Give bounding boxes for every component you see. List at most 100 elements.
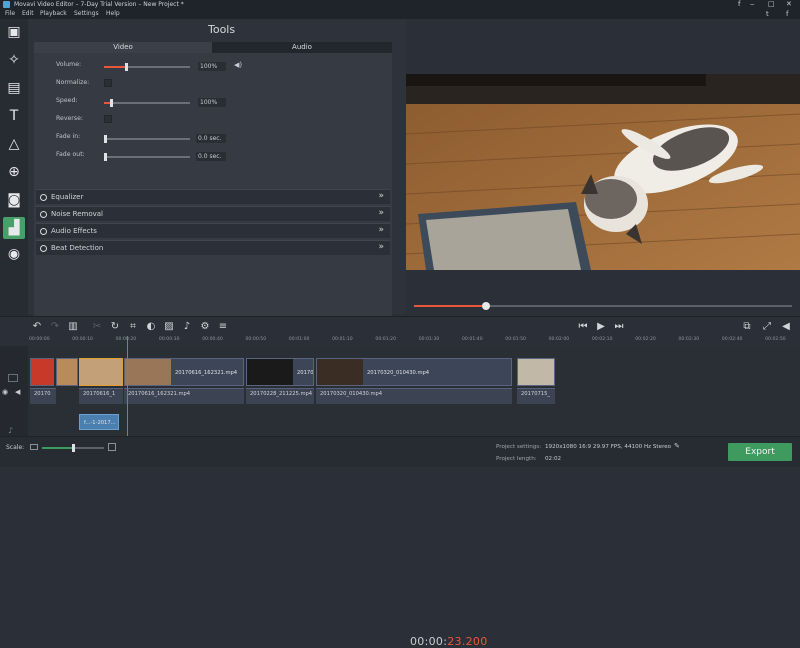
speed-slider[interactable] — [104, 99, 190, 107]
video-clip[interactable]: 20170 — [246, 358, 314, 386]
fade-in-slider[interactable] — [104, 135, 190, 143]
maximize-icon[interactable]: □ — [768, 0, 775, 8]
zoom-icon[interactable]: ⊕ — [3, 161, 25, 183]
scrubber-knob[interactable] — [481, 302, 490, 310]
audio-clip[interactable]: 20170616_1 — [79, 388, 123, 404]
volume-value[interactable]: 100% — [198, 62, 226, 71]
fade-out-value[interactable]: 0.0 sec. — [196, 152, 226, 161]
equalizer-icon[interactable]: ≡ — [216, 320, 230, 333]
playhead[interactable] — [127, 336, 128, 436]
section-noise-removal[interactable]: Noise Removal » — [36, 206, 390, 221]
popout-icon[interactable]: ⧉ — [740, 320, 754, 333]
play-icon[interactable]: ▶ — [594, 320, 608, 333]
cut-icon[interactable]: ✂ — [90, 320, 104, 333]
video-preview[interactable] — [406, 74, 800, 270]
tab-audio[interactable]: Audio — [212, 42, 392, 53]
section-beat-detection[interactable]: Beat Detection » — [36, 240, 390, 255]
video-clip[interactable] — [517, 358, 555, 386]
menu-edit[interactable]: Edit — [22, 10, 34, 17]
project-settings-value: 1920x1080 16:9 29.97 FPS, 44100 Hz Stere… — [545, 444, 672, 450]
speaker-icon[interactable]: ◀) — [234, 61, 242, 69]
previous-frame-icon[interactable]: ⏮ — [576, 320, 590, 333]
expand-icon[interactable]: » — [378, 242, 384, 252]
section-beat-detection-label: Beat Detection — [51, 244, 104, 252]
audio-clip[interactable]: 20170715_ — [517, 388, 555, 404]
fade-out-slider[interactable] — [104, 153, 190, 161]
overlay-clip[interactable]: f...-1-2017... — [79, 414, 119, 430]
menu-settings[interactable]: Settings — [74, 10, 99, 17]
playback-scrubber[interactable] — [414, 302, 792, 310]
minimize-icon[interactable]: ‒ — [750, 0, 754, 8]
video-clip[interactable] — [56, 358, 78, 386]
gear-icon[interactable]: ⚙ — [198, 320, 212, 333]
undo-icon[interactable]: ↶ — [30, 320, 44, 333]
redo-icon[interactable]: ↷ — [48, 320, 62, 333]
reverse-checkbox[interactable] — [104, 115, 112, 123]
zoom-out-icon[interactable] — [30, 444, 38, 450]
section-audio-effects[interactable]: Audio Effects » — [36, 223, 390, 238]
normalize-checkbox[interactable] — [104, 79, 112, 87]
volume-slider-knob[interactable] — [124, 63, 128, 71]
expand-icon[interactable]: » — [378, 208, 384, 218]
shapes-icon[interactable]: △ — [3, 133, 25, 155]
circle-icon — [40, 194, 47, 201]
audio-clip[interactable]: 20170320_010430.mp4 — [316, 388, 512, 404]
magic-wand-icon[interactable]: ✧ — [3, 49, 25, 71]
stabilization-icon[interactable]: ◉ — [3, 243, 25, 265]
video-clip[interactable]: 20170616_162321.mp4 — [124, 358, 244, 386]
zoom-in-icon[interactable] — [108, 443, 116, 451]
image-icon[interactable]: ▨ — [162, 320, 176, 333]
mute-icon[interactable]: ◀ — [15, 388, 20, 396]
menu-file[interactable]: File — [5, 10, 15, 17]
next-frame-icon[interactable]: ⏭ — [612, 320, 626, 333]
scale-slider-knob[interactable] — [72, 444, 75, 452]
microphone-icon[interactable]: ♪ — [180, 320, 194, 333]
edit-pencil-icon[interactable]: ✎ — [674, 442, 680, 450]
timeline-ruler[interactable]: 00:00:00 00:00:10 00:00:20 00:00:30 00:00:40… — [28, 336, 800, 346]
delete-icon[interactable]: ▥ — [66, 320, 80, 333]
tab-video[interactable]: Video — [34, 42, 212, 53]
speed-slider-knob[interactable] — [109, 99, 113, 107]
color-adjust-icon[interactable]: ◐ — [144, 320, 158, 333]
audio-clip[interactable]: 20170 — [30, 388, 56, 404]
menu-playback[interactable]: Playback — [40, 10, 67, 17]
fade-in-slider-knob[interactable] — [104, 135, 107, 143]
transitions-icon[interactable]: ◙ — [3, 189, 25, 211]
clip-properties-icon[interactable]: ▟ — [3, 217, 25, 239]
video-clip[interactable]: 20170320_010430.mp4 — [316, 358, 512, 386]
cat-video-frame — [406, 74, 800, 270]
export-button[interactable]: Export — [728, 443, 792, 461]
import-media-icon[interactable]: ▣ — [3, 21, 25, 43]
fullscreen-icon[interactable]: ⤢ — [760, 320, 774, 333]
scale-slider[interactable] — [42, 444, 104, 452]
eye-icon[interactable]: ◉ — [2, 388, 8, 396]
volume-slider[interactable] — [104, 63, 190, 71]
audio-clip[interactable]: 20170228_211225.mp4 — [246, 388, 314, 404]
filters-icon[interactable]: ▤ — [3, 77, 25, 99]
close-icon[interactable]: ✕ — [786, 0, 792, 8]
video-clip-selected[interactable] — [79, 358, 123, 386]
volume-icon[interactable]: ◀ — [779, 320, 793, 333]
fade-out-slider-knob[interactable] — [104, 153, 107, 161]
rotate-icon[interactable]: ↻ — [108, 320, 122, 333]
social-icon-a[interactable]: f — [738, 0, 740, 8]
crop-icon[interactable]: ⌗ — [126, 320, 140, 333]
section-audio-effects-label: Audio Effects — [51, 227, 97, 235]
timecode-fraction: 23.200 — [447, 635, 488, 648]
social-icon-b[interactable]: t — [766, 10, 769, 18]
normalize-label: Normalize: — [56, 79, 90, 86]
section-noise-removal-label: Noise Removal — [51, 210, 103, 218]
expand-icon[interactable]: » — [378, 191, 384, 201]
social-icon-f[interactable]: f — [786, 10, 788, 18]
scale-label: Scale: — [6, 444, 25, 451]
circle-icon — [40, 211, 47, 218]
fade-in-value[interactable]: 0.0 sec. — [196, 134, 226, 143]
expand-icon[interactable]: » — [378, 225, 384, 235]
speed-value[interactable]: 100% — [198, 98, 226, 107]
titles-icon[interactable]: T — [3, 105, 25, 127]
audio-clip[interactable]: 20170616_162321.mp4 — [124, 388, 244, 404]
section-equalizer[interactable]: Equalizer » — [36, 189, 390, 204]
video-clip[interactable] — [30, 358, 54, 386]
menu-help[interactable]: Help — [106, 10, 120, 17]
fade-in-label: Fade in: — [56, 133, 81, 140]
